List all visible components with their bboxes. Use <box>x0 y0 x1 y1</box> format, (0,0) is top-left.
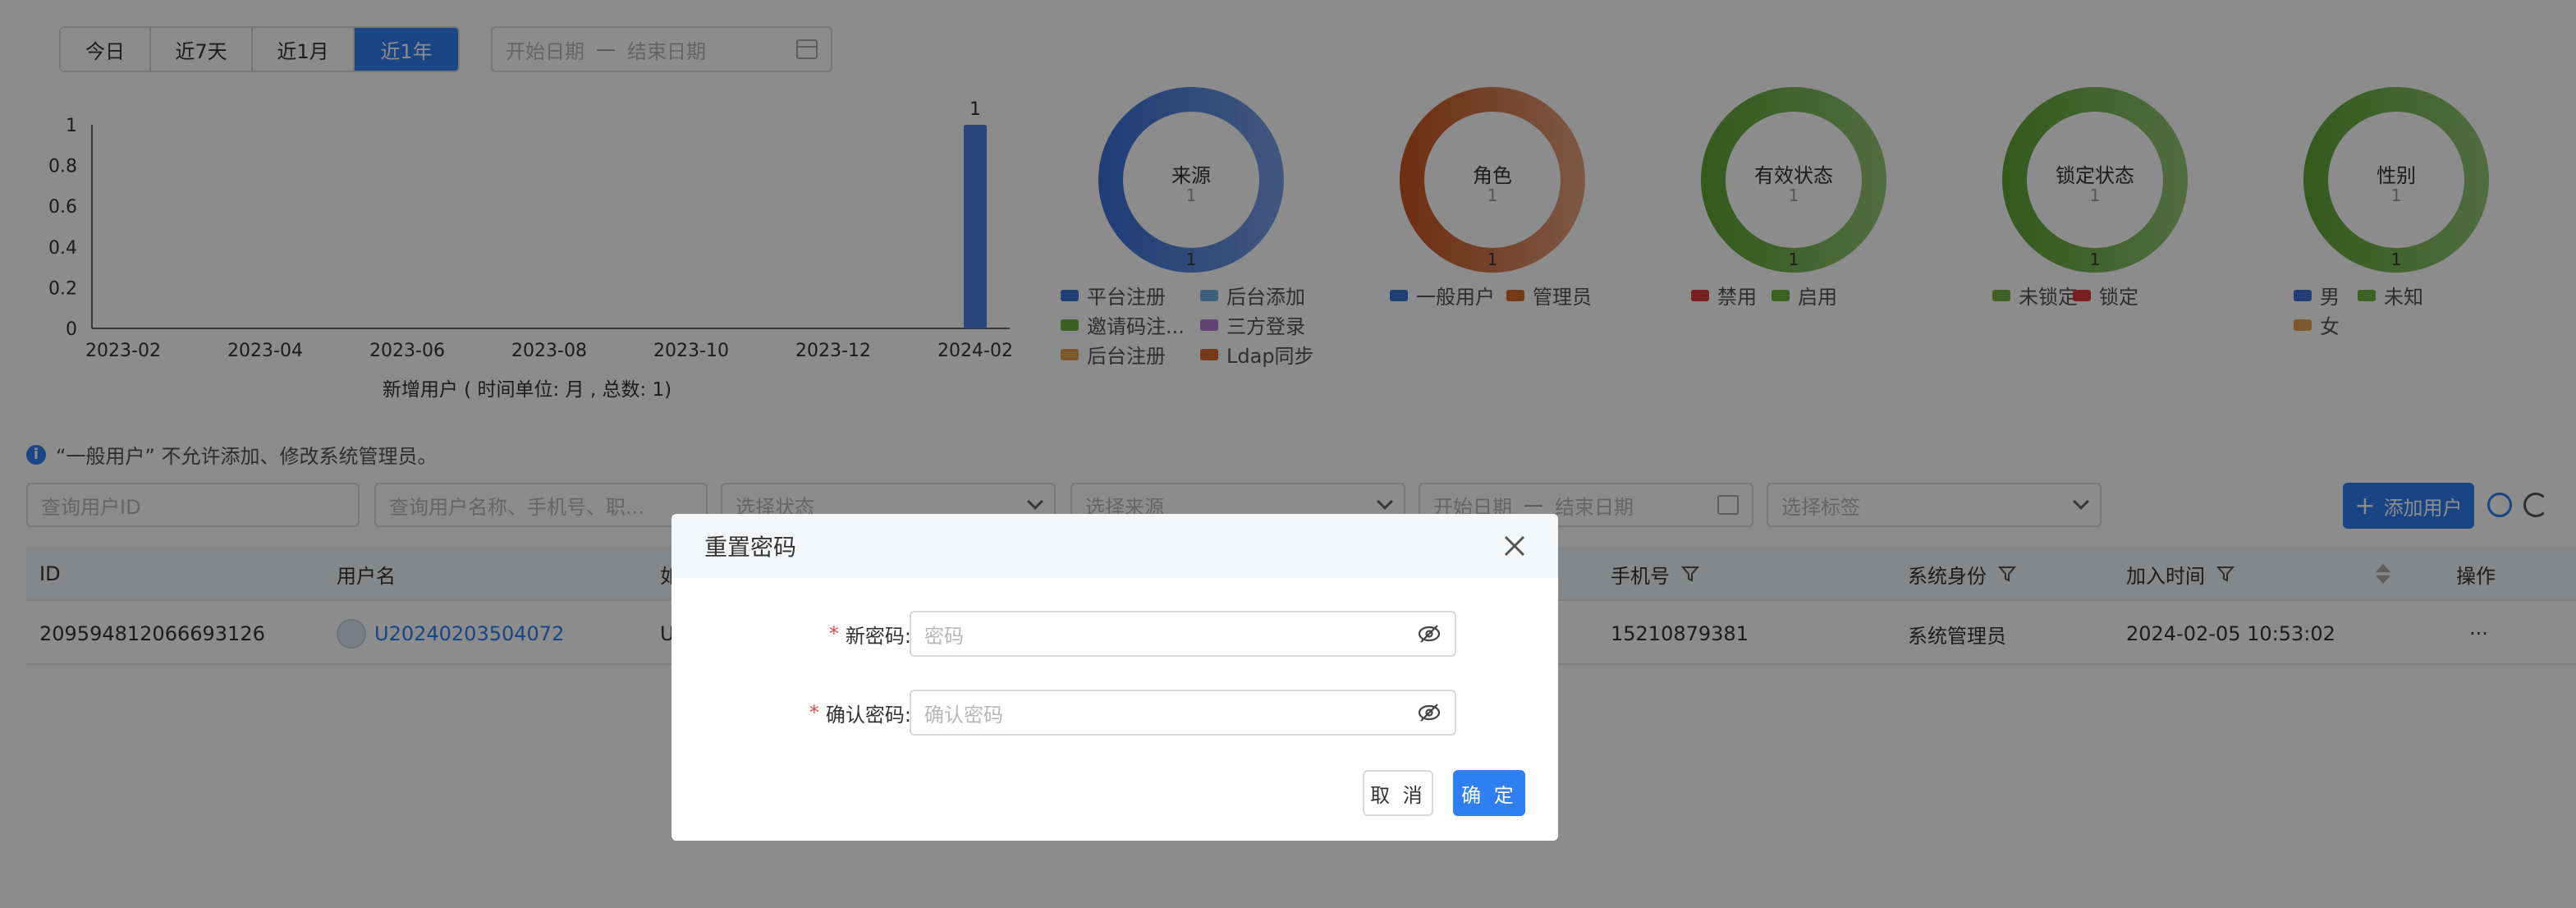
eye-off-icon[interactable] <box>1417 624 1442 644</box>
cancel-button[interactable]: 取 消 <box>1363 770 1433 816</box>
new-password-label-text: 新密码: <box>845 624 911 648</box>
confirm-password-label: * 确认密码: <box>688 690 911 736</box>
confirm-password-label-text: 确认密码: <box>825 703 911 727</box>
close-icon[interactable] <box>1501 532 1529 560</box>
reset-password-modal: 重置密码 * 新密码: 密码 * 确认密码: 确认密码 取 消 确 定 <box>672 514 1558 841</box>
eye-off-icon[interactable] <box>1417 703 1442 722</box>
confirm-password-placeholder: 确认密码 <box>924 703 1003 727</box>
confirm-password-input[interactable]: 确认密码 <box>910 690 1456 736</box>
required-mark: * <box>809 701 819 724</box>
confirm-button[interactable]: 确 定 <box>1453 770 1525 816</box>
new-password-placeholder: 密码 <box>924 624 964 648</box>
modal-title: 重置密码 <box>704 534 797 561</box>
required-mark: * <box>828 622 839 645</box>
user-management-page: 今日 近7天 近1月 近1年 开始日期 — 结束日期 0 0.2 0.4 0.6 0.8… <box>0 0 2576 908</box>
new-password-label: * 新密码: <box>688 611 911 657</box>
new-password-input[interactable]: 密码 <box>910 611 1456 657</box>
modal-header: 重置密码 <box>672 514 1558 578</box>
